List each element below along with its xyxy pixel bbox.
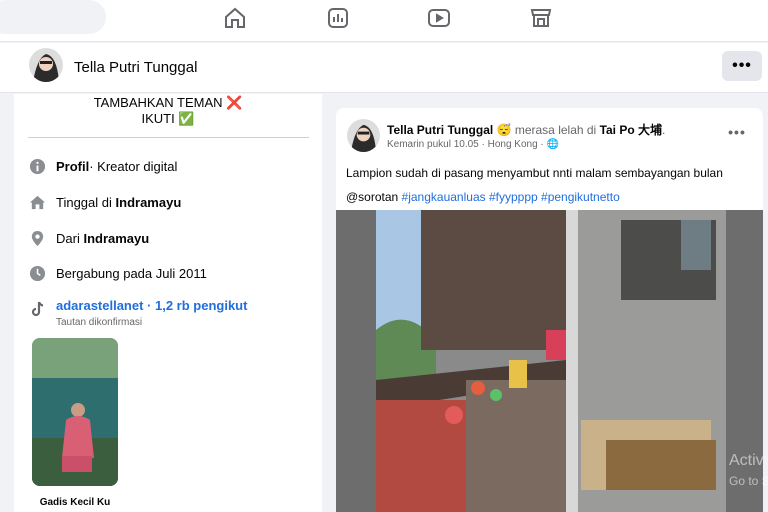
featured-label: Gadis Kecil Ku	[39, 497, 111, 508]
top-navigation	[0, 0, 768, 42]
home-icon[interactable]	[223, 6, 247, 30]
bio-text: TAMBAHKAN TEMAN ❌ IKUTI ✅	[14, 95, 322, 127]
post-photo[interactable]	[336, 210, 763, 512]
activate-watermark: Activ	[729, 452, 764, 469]
more-options-button[interactable]: •••	[722, 51, 762, 81]
intro-from-row: Dari Indramayu	[28, 229, 149, 247]
intro-joined-row: Bergabung pada Juli 2011	[28, 264, 207, 282]
lives-prefix: Tinggal di	[56, 194, 112, 210]
post-header: Tella Putri Tunggal 😴 merasa lelah di Ta…	[387, 121, 665, 138]
bio-line: IKUTI ✅	[141, 111, 195, 126]
house-icon	[28, 193, 46, 211]
profile-label: Profil	[56, 158, 90, 174]
activate-watermark-sub: Go to S	[729, 474, 768, 488]
divider	[28, 137, 309, 138]
bio-line: TAMBAHKAN TEMAN ❌	[93, 95, 243, 110]
post-meta[interactable]: Kemarin pukul 10.05 · Hong Kong · 🌐	[387, 139, 559, 150]
avatar[interactable]	[29, 48, 63, 82]
featured-story[interactable]	[32, 338, 118, 486]
tiktok-icon	[29, 300, 47, 318]
post-avatar[interactable]	[347, 119, 380, 152]
location-pin-icon	[28, 229, 46, 247]
post-author[interactable]: Tella Putri Tunggal	[387, 123, 493, 137]
lives-value[interactable]: Indramayu	[116, 195, 182, 210]
post-place-suffix: .	[662, 123, 666, 137]
joined-text: Bergabung pada Juli 2011	[56, 265, 207, 281]
post-mention[interactable]: @sorotan	[346, 190, 402, 204]
intro-lives-row: Tinggal di Indramayu	[28, 193, 181, 211]
profile-name[interactable]: Tella Putri Tunggal	[74, 59, 197, 76]
post-tags: @sorotan #jangkauanluas #fyypppp #pengik…	[346, 185, 758, 209]
post-place[interactable]: Tai Po 大埔	[600, 123, 662, 137]
hashtag-link[interactable]: #fyypppp	[489, 190, 538, 204]
from-prefix: Dari	[56, 230, 80, 246]
info-icon	[28, 157, 46, 175]
tiktok-link[interactable]: adarastellanet · 1,2 rb pengikut	[56, 298, 247, 313]
link-verified-text: Tautan dikonfirmasi	[56, 317, 143, 328]
pages-icon[interactable]	[326, 6, 350, 30]
post-text: Lampion sudah di pasang menyambut nnti m…	[346, 161, 758, 209]
search-input[interactable]	[0, 0, 106, 34]
post-more-button[interactable]: •••	[726, 124, 748, 142]
marketplace-icon[interactable]	[529, 6, 553, 30]
clock-icon	[28, 264, 46, 282]
intro-profile-row: Profil · Kreator digital	[28, 157, 177, 175]
video-icon[interactable]	[427, 6, 451, 30]
hashtag-link[interactable]: #pengikutnetto	[541, 190, 620, 204]
from-value[interactable]: Indramayu	[83, 231, 149, 246]
profile-value: · Kreator digital	[89, 158, 178, 174]
post-text-line: Lampion sudah di pasang menyambut nnti m…	[346, 166, 723, 180]
hashtag-link[interactable]: #jangkauanluas	[402, 190, 486, 204]
post-feeling: 😴 merasa lelah di	[493, 123, 600, 137]
